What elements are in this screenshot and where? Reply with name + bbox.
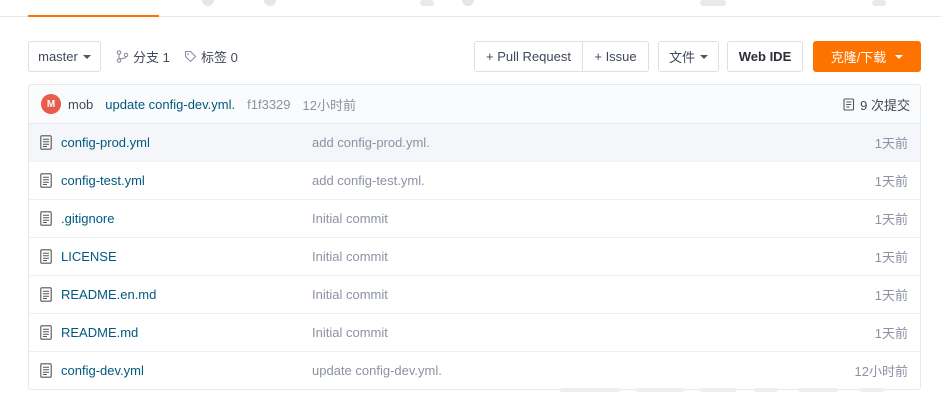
nav-fragment	[700, 0, 726, 6]
branch-select-label: master	[38, 49, 78, 64]
file-commit-message[interactable]: Initial commit	[312, 325, 388, 340]
issue-button[interactable]: + Issue	[582, 41, 649, 72]
chevron-down-icon	[895, 54, 904, 59]
file-icon	[40, 211, 52, 226]
chevron-down-icon	[82, 54, 91, 59]
file-menu-button[interactable]: 文件	[658, 41, 719, 72]
file-icon-wrap	[40, 363, 52, 381]
clone-download-button[interactable]: 克隆/下载	[813, 41, 921, 72]
nav-icon	[264, 0, 276, 6]
commits-icon	[843, 98, 855, 111]
file-icon-wrap	[40, 325, 52, 343]
branch-select[interactable]: master	[28, 41, 101, 72]
file-commit-time: 1天前	[874, 136, 908, 151]
file-commit-time: 1天前	[874, 288, 908, 303]
file-icon	[40, 135, 52, 150]
file-commit-message[interactable]: Initial commit	[312, 287, 388, 302]
file-row[interactable]: config-test.yml add config-test.yml. 1天前	[29, 162, 920, 200]
file-name-link[interactable]: config-test.yml	[61, 173, 145, 188]
file-row[interactable]: README.en.md Initial commit 1天前	[29, 276, 920, 314]
file-name-link[interactable]: README.md	[61, 325, 138, 340]
file-row[interactable]: config-dev.yml update config-dev.yml. 12小时…	[29, 352, 920, 389]
repo-nav-bar	[0, 0, 941, 17]
file-icon-wrap	[40, 287, 52, 305]
file-menu-label: 文件	[668, 50, 695, 65]
file-icon	[40, 173, 52, 188]
file-row[interactable]: README.md Initial commit 1天前	[29, 314, 920, 352]
file-list: config-prod.yml add config-prod.yml. 1天前 co…	[29, 124, 920, 389]
file-row[interactable]: .gitignore Initial commit 1天前	[29, 200, 920, 238]
tags-label: 标签 0	[201, 50, 238, 65]
branches-label: 分支 1	[133, 50, 170, 65]
file-icon	[40, 249, 52, 264]
file-icon-wrap	[40, 249, 52, 267]
file-name-link[interactable]: .gitignore	[61, 211, 114, 226]
file-icon-wrap	[40, 211, 52, 229]
file-name-link[interactable]: config-dev.yml	[61, 363, 144, 378]
file-commit-time: 1天前	[874, 174, 908, 189]
latest-commit-bar: M mob update config-dev.yml. f1f3329 12小…	[29, 85, 920, 124]
file-name-link[interactable]: LICENSE	[61, 249, 117, 264]
repo-toolbar: master 分支 1 标签 0 + Pull Request + Issue …	[28, 41, 921, 72]
file-icon-wrap	[40, 135, 52, 153]
nav-fragment	[872, 0, 886, 6]
branch-icon	[116, 50, 129, 63]
nav-icon	[202, 0, 214, 6]
file-commit-time: 1天前	[874, 250, 908, 265]
commit-time: 12小时前	[302, 97, 356, 113]
avatar[interactable]: M	[41, 94, 61, 114]
commit-hash[interactable]: f1f3329	[247, 97, 290, 112]
tab-code-active[interactable]	[28, 0, 159, 17]
file-commit-message[interactable]: update config-dev.yml.	[312, 363, 442, 378]
commit-count-link[interactable]: 9 次提交	[843, 85, 910, 124]
file-browser: M mob update config-dev.yml. f1f3329 12小…	[28, 84, 921, 390]
file-commit-message[interactable]: Initial commit	[312, 249, 388, 264]
file-commit-message[interactable]: add config-test.yml.	[312, 173, 425, 188]
file-commit-message[interactable]: add config-prod.yml.	[312, 135, 430, 150]
branches-link[interactable]: 分支 1	[116, 41, 170, 72]
file-row[interactable]: config-prod.yml add config-prod.yml. 1天前	[29, 124, 920, 162]
file-commit-time: 12小时前	[854, 364, 908, 379]
footer-fragment	[540, 388, 920, 394]
file-commit-time: 1天前	[874, 326, 908, 341]
file-name-link[interactable]: config-prod.yml	[61, 135, 150, 150]
tags-link[interactable]: 标签 0	[184, 41, 238, 72]
file-icon	[40, 287, 52, 302]
commit-count-label: 9 次提交	[860, 98, 910, 113]
commit-author[interactable]: mob	[68, 97, 93, 112]
file-commit-message[interactable]: Initial commit	[312, 211, 388, 226]
file-icon	[40, 325, 52, 340]
pull-request-button[interactable]: + Pull Request	[474, 41, 583, 72]
chevron-down-icon	[700, 54, 708, 59]
commit-message-link[interactable]: update config-dev.yml.	[105, 97, 235, 112]
file-name-link[interactable]: README.en.md	[61, 287, 156, 302]
file-icon	[40, 363, 52, 378]
nav-fragment	[420, 0, 434, 6]
clone-download-label: 克隆/下载	[830, 50, 887, 65]
file-icon-wrap	[40, 173, 52, 191]
nav-icon	[462, 0, 474, 6]
file-commit-time: 1天前	[874, 212, 908, 227]
web-ide-button[interactable]: Web IDE	[727, 41, 803, 72]
file-row[interactable]: LICENSE Initial commit 1天前	[29, 238, 920, 276]
tag-icon	[184, 50, 197, 63]
